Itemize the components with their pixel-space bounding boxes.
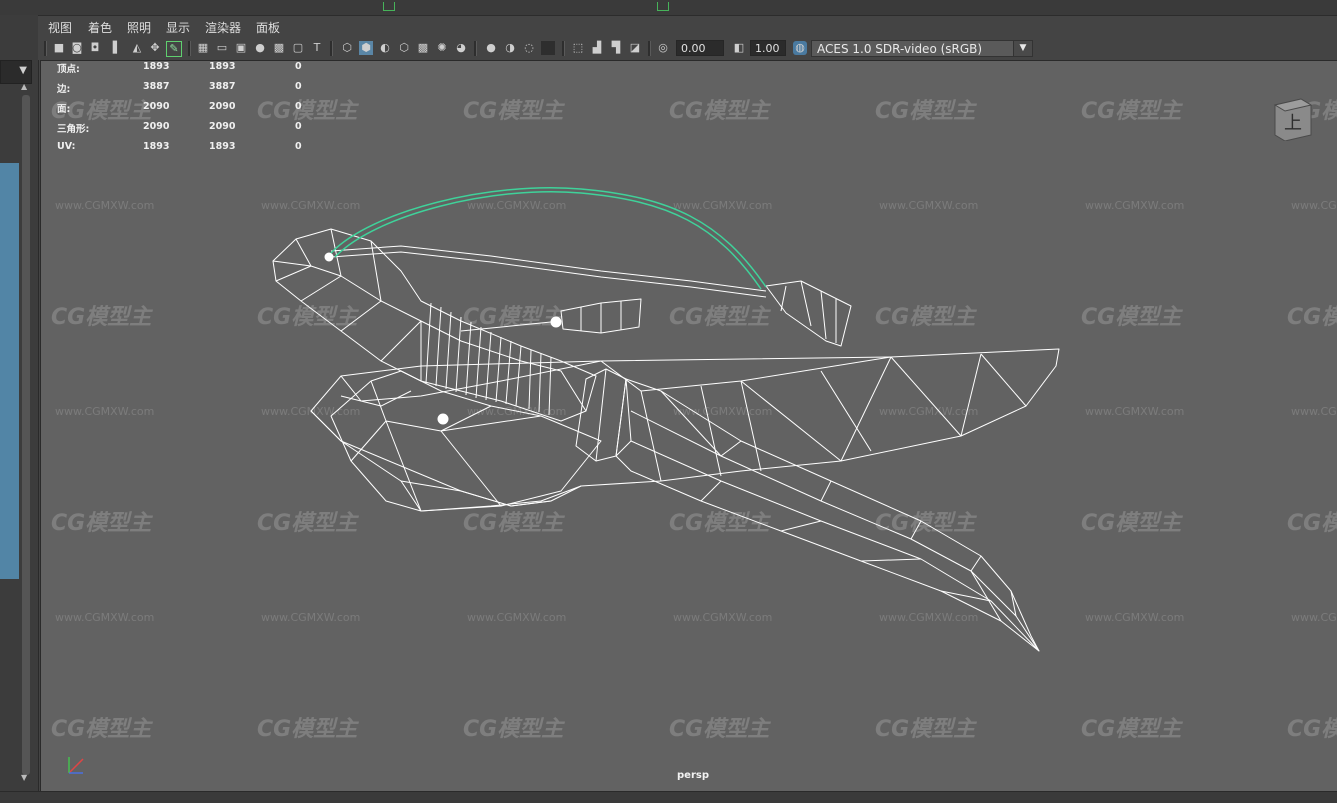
film-gate-icon[interactable]: ▭ <box>215 41 229 55</box>
image-plane-icon[interactable]: ▌ <box>110 41 124 55</box>
model-wireframe[interactable] <box>41 61 1337 792</box>
scrollbar[interactable] <box>22 95 30 775</box>
timeline-marker <box>657 2 669 11</box>
stat-value: 1893 <box>143 61 170 72</box>
gamma-field[interactable]: 1.00 <box>750 40 786 56</box>
menu-show[interactable]: 显示 <box>166 19 190 36</box>
stat-label: 边: <box>57 84 71 95</box>
stat-value: 1893 <box>209 61 236 72</box>
stat-value: 0 <box>295 101 302 112</box>
stat-value: 0 <box>295 81 302 92</box>
wireframe-icon[interactable]: ⬡ <box>340 41 354 55</box>
safe-title-icon[interactable]: T <box>310 41 324 55</box>
toolbar-separator <box>474 41 477 56</box>
exposure-field[interactable]: 0.00 <box>676 40 724 56</box>
safe-action-icon[interactable]: ▢ <box>291 41 305 55</box>
panel-menubar: 视图 着色 照明 显示 渲染器 面板 <box>38 16 1337 38</box>
gamma-icon[interactable]: ◧ <box>732 41 746 55</box>
scroll-up-icon[interactable]: ▲ <box>21 82 27 91</box>
toolbar-separator <box>648 41 651 56</box>
grid-icon[interactable]: ▦ <box>196 41 210 55</box>
motion-blur-icon[interactable]: ◑ <box>503 41 517 55</box>
wireframe-on-shaded-icon[interactable]: ⬡ <box>397 41 411 55</box>
color-management-select[interactable]: ACES 1.0 SDR-video (sRGB) ▼ <box>811 40 1033 57</box>
stat-value: 2090 <box>209 121 236 132</box>
camera-label: persp <box>677 770 709 781</box>
toolbar-separator <box>44 41 47 56</box>
stat-label: UV: <box>57 141 76 152</box>
isolate-select-icon[interactable]: ⬚ <box>571 41 585 55</box>
shadows-icon[interactable]: ◕ <box>454 41 468 55</box>
stat-value: 3887 <box>143 81 170 92</box>
color-management-value: ACES 1.0 SDR-video (sRGB) <box>817 42 983 56</box>
field-chart-icon[interactable]: ▩ <box>272 41 286 55</box>
color-management-icon[interactable]: ◍ <box>793 41 807 55</box>
menu-lighting[interactable]: 照明 <box>127 19 151 36</box>
stat-value: 0 <box>295 121 302 132</box>
xray-joints-icon[interactable]: ▜ <box>609 41 623 55</box>
lights-icon[interactable]: ✺ <box>435 41 449 55</box>
viewcube[interactable]: 上 <box>1273 93 1313 141</box>
camera-attributes-icon[interactable]: ◙ <box>70 41 84 55</box>
xray-icon[interactable]: ▟ <box>590 41 604 55</box>
stat-value: 1893 <box>143 141 170 152</box>
resolution-gate-icon[interactable]: ▣ <box>234 41 248 55</box>
stat-label: 顶点: <box>57 64 80 75</box>
scroll-down-icon[interactable]: ▼ <box>21 773 27 782</box>
menu-view[interactable]: 视图 <box>48 19 72 36</box>
menu-shading[interactable]: 着色 <box>88 19 112 36</box>
panel-toolbar: ■ ◙ ◘ ▌ ◭ ✥ ✎ ▦ ▭ ▣ ● ▩ ▢ T ⬡ ⬢ ◐ ⬡ ▩ ✺ … <box>38 38 1337 60</box>
toolbar-separator <box>330 41 333 56</box>
anti-aliasing-icon[interactable]: ◌ <box>522 41 536 55</box>
2d-pan-zoom-icon[interactable]: ◭ <box>130 41 144 55</box>
chevron-down-icon[interactable]: ▼ <box>1013 41 1032 56</box>
gate-mask-icon[interactable]: ● <box>253 41 267 55</box>
menu-renderer[interactable]: 渲染器 <box>205 19 241 36</box>
stat-value: 2090 <box>143 121 170 132</box>
grease-pencil-icon[interactable]: ✥ <box>148 41 162 55</box>
stat-value: 1893 <box>209 141 236 152</box>
exposure-icon[interactable]: ◎ <box>656 41 670 55</box>
selected-panel-region <box>0 163 19 579</box>
left-panel: ▼ ▲ ▼ <box>0 15 39 802</box>
top-strip <box>0 0 1337 16</box>
bookmark-icon[interactable]: ◘ <box>88 41 102 55</box>
stat-value: 0 <box>295 141 302 152</box>
xray-components-icon[interactable]: ◪ <box>628 41 642 55</box>
default-material-icon[interactable]: ◐ <box>378 41 392 55</box>
toolbar-separator <box>562 41 565 56</box>
stat-value: 3887 <box>209 81 236 92</box>
textured-icon[interactable]: ▩ <box>416 41 430 55</box>
stat-label: 面: <box>57 104 71 115</box>
camera-select-icon[interactable]: ■ <box>52 41 66 55</box>
stat-label: 三角形: <box>57 124 90 135</box>
smooth-shade-icon[interactable]: ⬢ <box>359 41 373 55</box>
viewcube-label: 上 <box>1284 113 1302 134</box>
axis-gizmo <box>68 757 84 774</box>
stat-value: 0 <box>295 61 302 72</box>
screen-space-ao-icon[interactable]: ● <box>484 41 498 55</box>
menu-panels[interactable]: 面板 <box>256 19 280 36</box>
pencil-icon[interactable]: ✎ <box>166 41 182 57</box>
toolbar-separator <box>188 41 191 56</box>
timeline-marker <box>383 2 395 11</box>
stat-value: 2090 <box>209 101 236 112</box>
stat-value: 2090 <box>143 101 170 112</box>
3d-viewport[interactable]: CG模型主 www.CGMXW.com CG模型主 www.CGMXW.com CG模型… <box>40 60 1337 792</box>
chevron-down-icon: ▼ <box>19 65 27 76</box>
panel-dropdown[interactable]: ▼ <box>0 60 32 84</box>
depth-of-field-icon[interactable] <box>541 41 555 55</box>
bottom-bar <box>0 791 1337 803</box>
